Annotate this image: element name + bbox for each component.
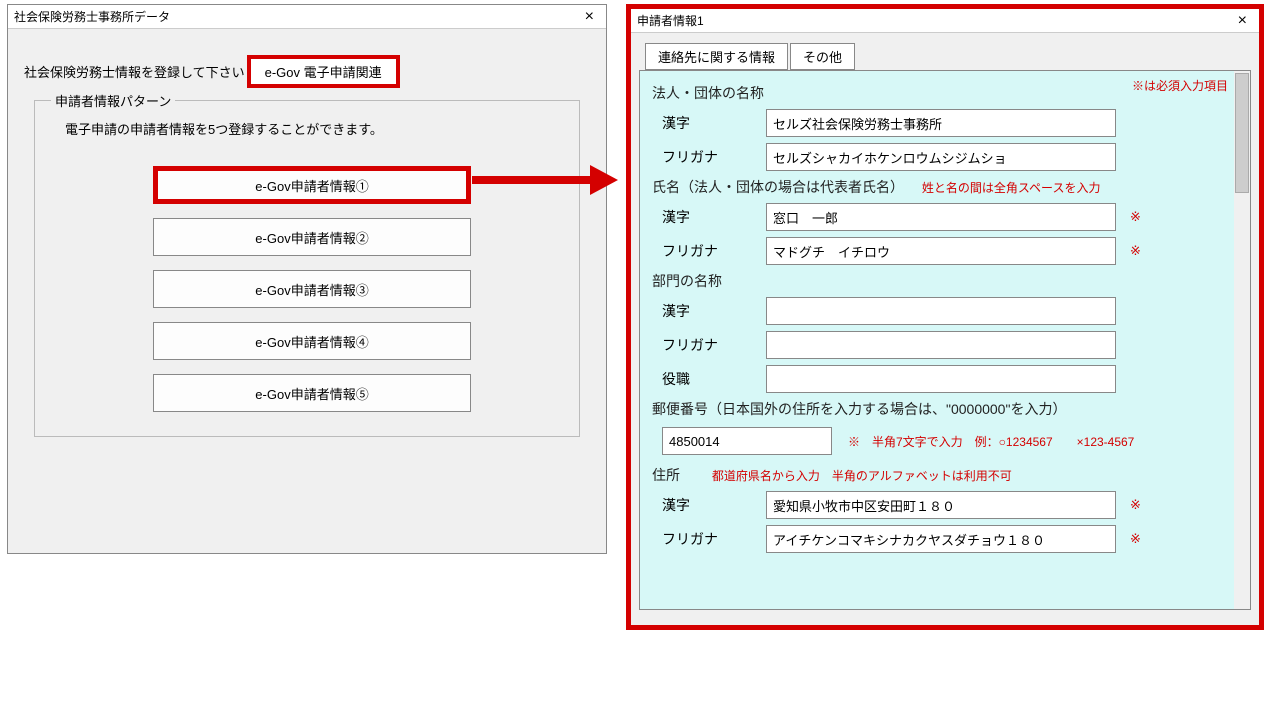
dept-name-kanji-field[interactable] bbox=[766, 297, 1116, 325]
arrow-annotation bbox=[472, 172, 622, 192]
scrollbar-thumb[interactable] bbox=[1235, 73, 1249, 193]
row-postal: ※ 半角7文字で入力 例：○1234567 ×123-4567 bbox=[648, 427, 1242, 455]
left-body: 社会保険労務士情報を登録して下さい e-Gov 電子申請関連 申請者情報パターン… bbox=[8, 29, 606, 463]
row-person-kana: フリガナ ※ bbox=[648, 237, 1242, 265]
position-field[interactable] bbox=[766, 365, 1116, 393]
label-kanji: 漢字 bbox=[662, 207, 766, 227]
row-addr-kanji: 漢字 ※ bbox=[648, 491, 1242, 519]
applicant-info-window-highlight: 申請者情報1 × 連絡先に関する情報 その他 ※は必須入力項目 法人・団体の名称… bbox=[626, 4, 1264, 630]
right-titlebar: 申請者情報1 × bbox=[631, 9, 1259, 33]
tab-other[interactable]: その他 bbox=[790, 43, 855, 70]
close-icon[interactable]: × bbox=[1232, 12, 1253, 30]
row-dept-kanji: 漢字 bbox=[648, 297, 1242, 325]
dept-name-kana-field[interactable] bbox=[766, 331, 1116, 359]
required-mark: ※ bbox=[1130, 243, 1141, 259]
sharoushi-data-window: 社会保険労務士事務所データ × 社会保険労務士情報を登録して下さい e-Gov … bbox=[7, 4, 607, 554]
label-kanji: 漢字 bbox=[662, 301, 766, 321]
section-postal: 郵便番号（日本国外の住所を入力する場合は、"0000000"を入力） bbox=[652, 399, 1238, 419]
arrow-line bbox=[472, 176, 592, 184]
row-person-kanji: 漢字 ※ bbox=[648, 203, 1242, 231]
form-area: ※は必須入力項目 法人・団体の名称 漢字 フリガナ 氏名（法人・団体の場合は代表… bbox=[639, 70, 1251, 610]
row-corp-kana: フリガナ bbox=[648, 143, 1242, 171]
address-kanji-field[interactable] bbox=[766, 491, 1116, 519]
label-furigana: フリガナ bbox=[662, 147, 766, 167]
address-kana-field[interactable] bbox=[766, 525, 1116, 553]
corp-name-kana-field[interactable] bbox=[766, 143, 1116, 171]
fieldset-desc: 電子申請の申請者情報を5つ登録することができます。 bbox=[65, 119, 549, 138]
person-name-kana-field[interactable] bbox=[766, 237, 1116, 265]
label-kanji: 漢字 bbox=[662, 113, 766, 133]
label-furigana: フリガナ bbox=[662, 529, 766, 549]
required-mark: ※ bbox=[1130, 531, 1141, 547]
arrow-right-icon bbox=[590, 165, 618, 195]
person-name-kanji-field[interactable] bbox=[766, 203, 1116, 231]
row-corp-kanji: 漢字 bbox=[648, 109, 1242, 137]
address-hint: 都道府県名から入力 半角のアルファベットは利用不可 bbox=[712, 469, 1012, 483]
section-dept-name: 部門の名称 bbox=[652, 271, 1238, 291]
address-heading: 住所 bbox=[652, 467, 680, 483]
person-hint: 姓と名の間は全角スペースを入力 bbox=[922, 181, 1101, 195]
close-icon[interactable]: × bbox=[579, 8, 600, 26]
fieldset-legend: 申請者情報パターン bbox=[51, 91, 175, 110]
applicant-info-3-button[interactable]: e-Gov申請者情報③ bbox=[153, 270, 471, 308]
required-mark: ※ bbox=[1130, 497, 1141, 513]
right-body: 連絡先に関する情報 その他 ※は必須入力項目 法人・団体の名称 漢字 フリガナ … bbox=[631, 33, 1259, 610]
corp-name-kanji-field[interactable] bbox=[766, 109, 1116, 137]
row-dept-title: 役職 bbox=[648, 365, 1242, 393]
label-furigana: フリガナ bbox=[662, 335, 766, 355]
left-titlebar: 社会保険労務士事務所データ × bbox=[8, 5, 606, 29]
applicant-info-window: 申請者情報1 × 連絡先に関する情報 その他 ※は必須入力項目 法人・団体の名称… bbox=[631, 9, 1259, 625]
section-address: 住所 都道府県名から入力 半角のアルファベットは利用不可 bbox=[652, 465, 1238, 485]
postal-code-field[interactable] bbox=[662, 427, 832, 455]
person-heading: 氏名（法人・団体の場合は代表者氏名） bbox=[652, 179, 904, 195]
required-note: ※は必須入力項目 bbox=[1132, 77, 1228, 94]
instruction-row: 社会保険労務士情報を登録して下さい e-Gov 電子申請関連 bbox=[24, 55, 590, 88]
required-mark: ※ bbox=[1130, 209, 1141, 225]
applicant-info-2-button[interactable]: e-Gov申請者情報② bbox=[153, 218, 471, 256]
section-person-name: 氏名（法人・団体の場合は代表者氏名） 姓と名の間は全角スペースを入力 bbox=[652, 177, 1238, 197]
label-position: 役職 bbox=[662, 369, 766, 389]
row-dept-kana: フリガナ bbox=[648, 331, 1242, 359]
applicant-pattern-fieldset: 申請者情報パターン 電子申請の申請者情報を5つ登録することができます。 e-Go… bbox=[34, 100, 580, 437]
applicant-info-5-button[interactable]: e-Gov申請者情報⑤ bbox=[153, 374, 471, 412]
pattern-buttons: e-Gov申請者情報① e-Gov申請者情報② e-Gov申請者情報③ e-Go… bbox=[153, 166, 549, 412]
postal-hint: ※ 半角7文字で入力 例：○1234567 ×123-4567 bbox=[848, 433, 1134, 450]
form-scrollbar[interactable] bbox=[1234, 71, 1250, 609]
applicant-info-1-button[interactable]: e-Gov申請者情報① bbox=[153, 166, 471, 204]
label-kanji: 漢字 bbox=[662, 495, 766, 515]
label-furigana: フリガナ bbox=[662, 241, 766, 261]
right-window-title: 申請者情報1 bbox=[637, 12, 704, 29]
instruction-text: 社会保険労務士情報を登録して下さい bbox=[24, 62, 245, 81]
left-window-title: 社会保険労務士事務所データ bbox=[14, 8, 170, 25]
row-addr-kana: フリガナ ※ bbox=[648, 525, 1242, 553]
tab-bar: 連絡先に関する情報 その他 bbox=[645, 43, 1251, 70]
applicant-info-4-button[interactable]: e-Gov申請者情報④ bbox=[153, 322, 471, 360]
tab-egov-denshi[interactable]: e-Gov 電子申請関連 bbox=[247, 55, 400, 88]
tab-contact-info[interactable]: 連絡先に関する情報 bbox=[645, 43, 788, 70]
